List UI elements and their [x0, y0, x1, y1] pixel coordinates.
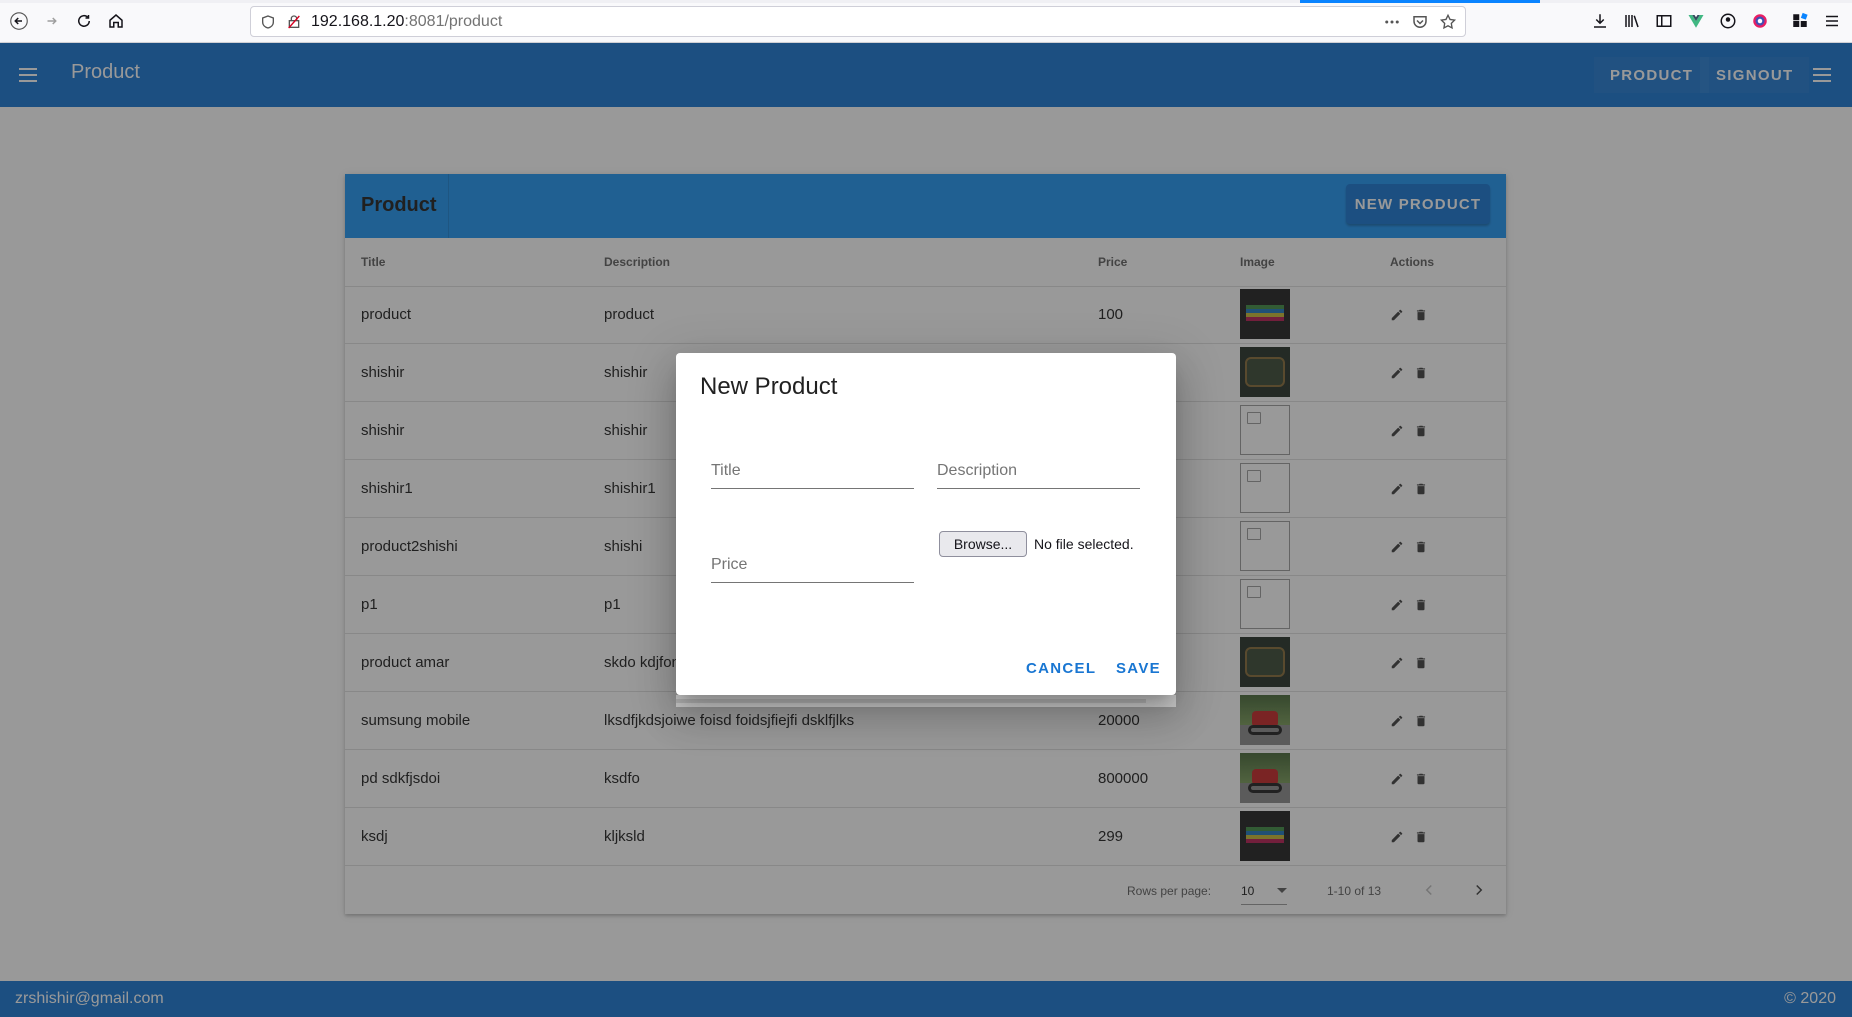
downloads-icon[interactable] [1590, 11, 1610, 31]
tab-strip [0, 0, 1852, 3]
url-path: :8081/product [404, 12, 503, 30]
url-bar[interactable]: 192.168.1.20:8081/product [250, 6, 1466, 37]
forward-icon[interactable] [38, 7, 66, 35]
file-status-text: No file selected. [1034, 536, 1134, 552]
cancel-button[interactable]: CANCEL [1026, 660, 1096, 677]
url-host: 192.168.1.20 [311, 12, 405, 30]
browser-toolbar: 192.168.1.20:8081/product [0, 0, 1852, 43]
library-icon[interactable] [1622, 11, 1642, 31]
price-field[interactable]: Price [711, 552, 914, 583]
more-actions-icon[interactable] [1383, 13, 1401, 36]
back-icon[interactable] [5, 7, 33, 35]
color-picker-icon[interactable] [1750, 11, 1770, 31]
sidebar-icon[interactable] [1654, 11, 1674, 31]
app-menu-icon[interactable] [1822, 11, 1842, 31]
extensions-icon[interactable] [1790, 11, 1810, 31]
reload-icon[interactable] [70, 7, 98, 35]
pocket-icon[interactable] [1411, 13, 1429, 36]
description-field[interactable]: Description [937, 458, 1140, 489]
browse-file-button[interactable]: Browse... [939, 531, 1027, 557]
home-icon[interactable] [102, 7, 130, 35]
new-product-dialog: New Product Title Description Price Brow… [676, 353, 1176, 695]
title-placeholder: Title [711, 462, 741, 479]
dialog-bottom-edge [676, 695, 1176, 707]
bookmark-star-icon[interactable] [1439, 13, 1457, 36]
price-placeholder: Price [711, 556, 748, 573]
insecure-lock-icon[interactable] [285, 13, 303, 31]
description-placeholder: Description [937, 462, 1018, 479]
shield-icon[interactable] [259, 13, 277, 31]
account-icon[interactable] [1718, 11, 1738, 31]
vue-devtools-icon[interactable] [1686, 11, 1706, 31]
active-tab-indicator [1300, 0, 1540, 3]
save-button[interactable]: SAVE [1116, 660, 1161, 677]
url-text[interactable]: 192.168.1.20:8081/product [311, 13, 502, 31]
title-field[interactable]: Title [711, 458, 914, 489]
dialog-title: New Product [700, 373, 838, 400]
